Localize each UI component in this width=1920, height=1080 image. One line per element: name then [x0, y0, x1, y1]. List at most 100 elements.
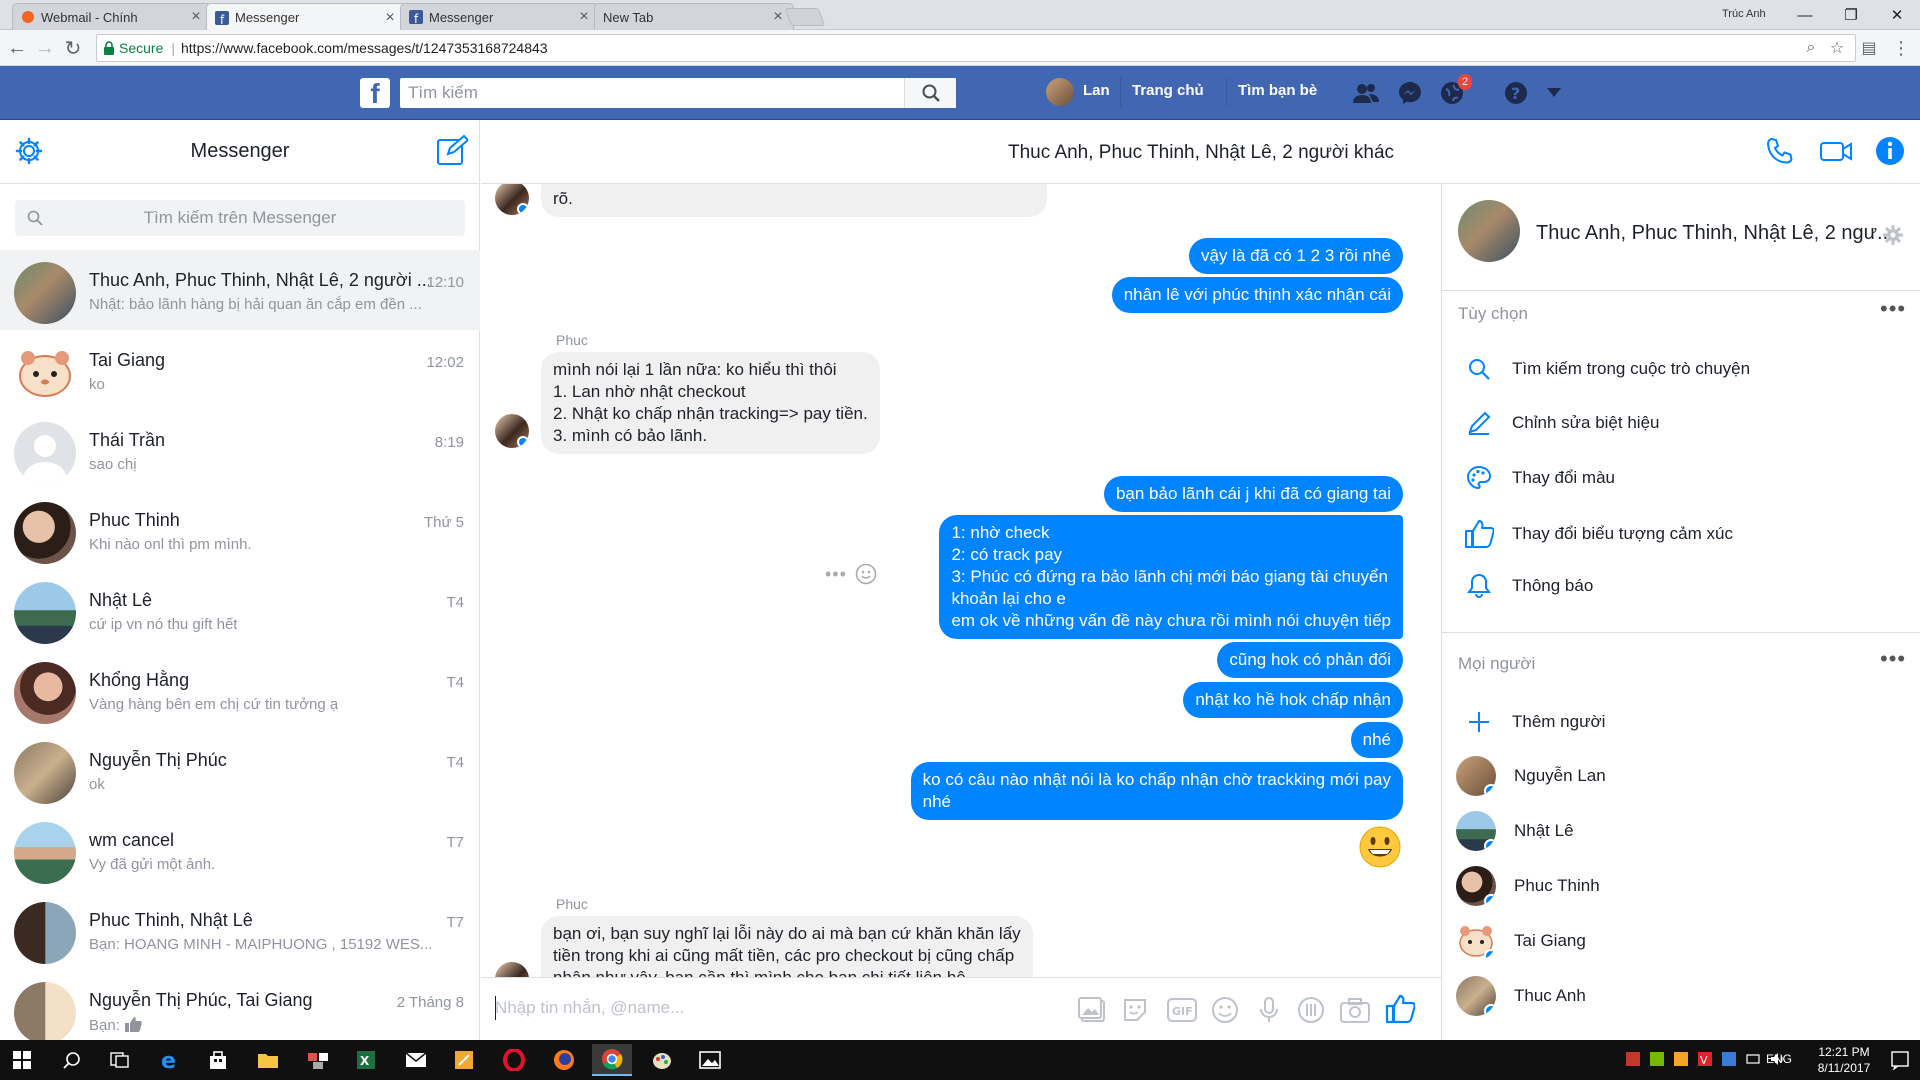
option-search-in-conversation[interactable]: Tìm kiếm trong cuộc trò chuyện — [1464, 358, 1750, 380]
tab-close-icon[interactable]: × — [771, 8, 785, 26]
facebook-logo-icon[interactable]: f — [360, 78, 390, 108]
sticker-icon[interactable] — [1121, 996, 1149, 1024]
new-tab-button[interactable] — [784, 8, 826, 26]
message-bubble-outgoing[interactable]: nhật ko hề hok chấp nhận — [1183, 682, 1403, 718]
react-emoji-icon[interactable] — [855, 563, 877, 585]
bookmark-star-icon[interactable]: ☆ — [1824, 36, 1850, 60]
message-bubble-outgoing[interactable]: nhân lê với phúc thịnh xác nhận cái — [1111, 277, 1403, 313]
message-bubble-incoming[interactable]: mình nói lại 1 lần nữa: ko hiểu thì thôi… — [541, 352, 880, 454]
conversation-item[interactable]: Tai Giang ko 12:02 — [0, 330, 480, 410]
video-call-icon[interactable] — [1819, 136, 1853, 166]
voice-call-icon[interactable] — [1765, 136, 1795, 166]
windows-start-icon[interactable] — [2, 1044, 42, 1076]
facebook-search-button[interactable] — [904, 78, 956, 108]
payments-icon[interactable] — [1297, 996, 1325, 1024]
tray-app-icon[interactable] — [1626, 1052, 1640, 1066]
message-actions-more-icon[interactable]: ••• — [825, 564, 847, 585]
home-link[interactable]: Trang chủ — [1132, 82, 1204, 99]
tab-close-icon[interactable]: × — [577, 8, 591, 26]
message-bubble-incoming[interactable]: rõ. — [541, 184, 1047, 217]
message-bubble-outgoing[interactable]: 1: nhờ check 2: có track pay 3: Phúc có … — [939, 515, 1403, 639]
option-edit-nicknames[interactable]: Chỉnh sửa biệt hiệu — [1464, 411, 1659, 435]
address-bar[interactable]: Secure | https://www.facebook.com/messag… — [96, 34, 1856, 62]
forward-arrow-icon[interactable]: → — [32, 36, 58, 60]
account-menu-caret-icon[interactable] — [1540, 79, 1568, 107]
conversation-item[interactable]: Nguyễn Thị Phúc, Tai Giang Bạn: 2 Tháng … — [0, 970, 480, 1050]
option-notifications[interactable]: Thông báo — [1464, 573, 1593, 599]
camera-icon[interactable] — [1339, 996, 1371, 1024]
tab-close-icon[interactable]: × — [189, 8, 203, 26]
excel-icon[interactable]: X — [346, 1044, 386, 1076]
options-more-icon[interactable]: ••• — [1880, 296, 1906, 322]
conversation-info-icon[interactable] — [1875, 136, 1905, 166]
photos-app-icon[interactable] — [690, 1044, 730, 1076]
option-change-emoji[interactable]: Thay đổi biểu tượng cảm xúc — [1464, 519, 1733, 549]
message-bubble-outgoing[interactable]: vậy là đã có 1 2 3 rồi nhé — [1189, 238, 1403, 274]
tray-network-icon[interactable] — [1746, 1052, 1760, 1066]
notification-center-icon[interactable] — [1890, 1050, 1910, 1070]
firefox-browser-icon[interactable] — [544, 1044, 584, 1076]
tab-new-tab[interactable]: New Tab × — [594, 3, 794, 30]
edge-browser-icon[interactable]: e — [150, 1044, 190, 1076]
app-tool-icon[interactable] — [298, 1044, 338, 1076]
conversation-item[interactable]: Nguyễn Thị Phúc ok T4 — [0, 730, 480, 810]
find-friends-link[interactable]: Tìm bạn bè — [1238, 82, 1317, 99]
help-question-icon[interactable]: ? — [1502, 79, 1530, 107]
conversation-item[interactable]: Nhật Lê cứ ip vn nó thu gift hết T4 — [0, 570, 480, 650]
participant-item[interactable]: Tai Giang — [1456, 921, 1586, 961]
compose-new-message-icon[interactable] — [436, 134, 468, 166]
conversation-item[interactable]: Khổng Hằng Vàng hàng bên em chị cứ tin t… — [0, 650, 480, 730]
paint-app-icon[interactable] — [642, 1044, 682, 1076]
input-language-indicator[interactable]: ENG — [1766, 1052, 1792, 1066]
user-avatar[interactable] — [1046, 78, 1074, 106]
opera-browser-icon[interactable] — [494, 1044, 534, 1076]
extension-icon[interactable]: ▤ — [1856, 36, 1882, 60]
url-text[interactable]: https://www.facebook.com/messages/t/1247… — [181, 40, 548, 56]
message-bubble-outgoing[interactable]: cũng hok có phản đối — [1217, 642, 1403, 678]
participant-item[interactable]: Thuc Anh — [1456, 976, 1586, 1016]
chrome-menu-icon[interactable]: ⋮ — [1888, 36, 1914, 60]
participant-item[interactable]: Nguyễn Lan — [1456, 756, 1606, 796]
image-upload-icon[interactable] — [1077, 996, 1107, 1024]
emoji-icon[interactable] — [1211, 996, 1239, 1024]
chrome-browser-icon[interactable] — [592, 1044, 632, 1076]
tray-antivirus-icon[interactable]: V — [1698, 1052, 1712, 1066]
facebook-search-input[interactable]: Tìm kiếm — [400, 78, 956, 108]
tab-messenger[interactable]: f Messenger × — [400, 3, 600, 30]
zoom-icon[interactable]: ⌕ — [1798, 36, 1824, 60]
tray-app-icon[interactable] — [1674, 1052, 1688, 1066]
notes-app-icon[interactable] — [444, 1044, 484, 1076]
tray-nvidia-icon[interactable] — [1650, 1052, 1664, 1066]
conversation-item[interactable]: Thái Trần sao chị 8:19 — [0, 410, 480, 490]
back-arrow-icon[interactable]: ← — [4, 36, 30, 60]
messenger-search-input[interactable]: Tìm kiếm trên Messenger — [15, 200, 465, 236]
reload-icon[interactable]: ↻ — [60, 36, 86, 60]
minimize-icon[interactable]: — — [1782, 0, 1828, 30]
conversation-item[interactable]: Phuc Thinh, Nhật Lê Bạn: HOANG MINH - MA… — [0, 890, 480, 970]
mail-icon[interactable] — [396, 1044, 436, 1076]
conversation-item[interactable]: Thuc Anh, Phuc Thinh, Nhật Lê, 2 người .… — [0, 250, 480, 330]
add-person-button[interactable]: Thêm người — [1464, 710, 1605, 734]
store-icon[interactable] — [198, 1044, 238, 1076]
message-bubble-outgoing[interactable]: ko có câu nào nhật nói là ko chấp nhận c… — [910, 762, 1403, 820]
message-input[interactable]: Nhập tin nhắn, @name... — [495, 998, 684, 1018]
browser-profile-name[interactable]: Trúc Anh — [1722, 8, 1766, 20]
conversation-item[interactable]: Phuc Thinh Khi nào onl thì pm mình. Thứ … — [0, 490, 480, 570]
participant-item[interactable]: Nhật Lê — [1456, 811, 1574, 851]
gif-icon[interactable]: GIF — [1166, 996, 1198, 1024]
people-more-icon[interactable]: ••• — [1880, 646, 1906, 672]
participant-item[interactable]: Phuc Thinh — [1456, 866, 1600, 906]
tab-close-icon[interactable]: × — [383, 9, 397, 27]
message-bubble-incoming[interactable]: bạn ơi, bạn suy nghĩ lại lỗi này do ai m… — [541, 916, 1033, 977]
panel-settings-gear-icon[interactable] — [1882, 224, 1904, 246]
user-profile-link[interactable]: Lan — [1083, 82, 1110, 99]
taskbar-clock[interactable]: 12:21 PM 8/11/2017 — [1808, 1044, 1880, 1076]
tray-app-icon[interactable] — [1722, 1052, 1736, 1066]
restore-icon[interactable]: ❐ — [1828, 0, 1874, 30]
tab-messenger-active[interactable]: f Messenger × — [206, 3, 406, 31]
message-bubble-outgoing[interactable]: bạn bảo lãnh cái j khi đã có giang tai — [1103, 476, 1403, 512]
taskbar-search-icon[interactable] — [52, 1044, 92, 1076]
friend-requests-icon[interactable] — [1352, 79, 1380, 107]
tab-webmail[interactable]: Webmail - Chính × — [12, 3, 212, 30]
conversation-item[interactable]: wm cancel Vy đã gửi một ảnh. T7 — [0, 810, 480, 890]
